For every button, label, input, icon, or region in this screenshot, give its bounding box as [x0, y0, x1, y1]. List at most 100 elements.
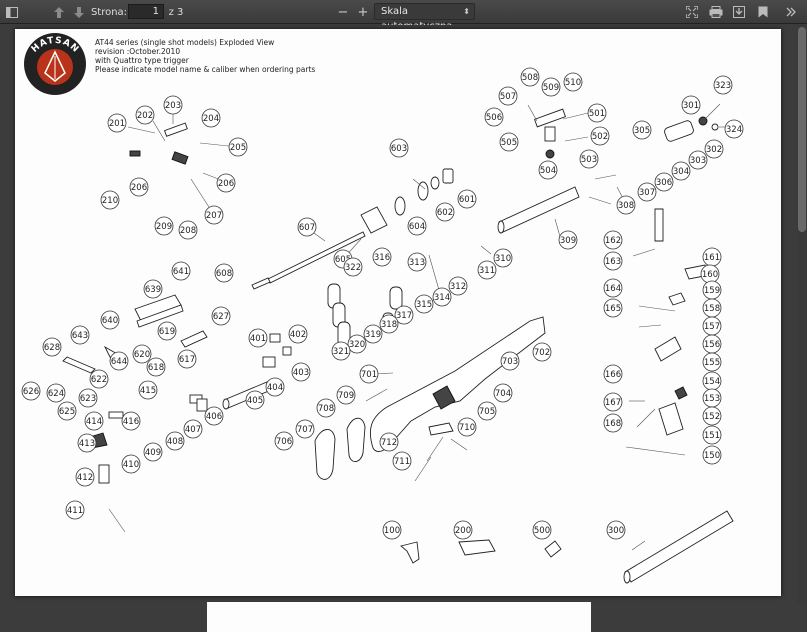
callout: 702: [532, 342, 552, 362]
callout: 408: [165, 431, 185, 451]
callout: 624: [46, 383, 66, 403]
arrow-up-icon: [54, 6, 64, 18]
callout: 308: [616, 195, 636, 215]
callout-label: 501: [589, 109, 605, 119]
callout: 168: [603, 413, 623, 433]
callout-label: 409: [145, 448, 161, 458]
bookmark-button[interactable]: [755, 2, 771, 22]
callout-label: 160: [702, 270, 718, 280]
callout: 509: [541, 77, 561, 97]
callout-label: 508: [522, 73, 538, 83]
callout: 202: [135, 105, 155, 125]
callout-label: 165: [605, 304, 621, 314]
callout: 165: [603, 298, 623, 318]
callout-label: 404: [267, 383, 283, 393]
callout-label: 503: [581, 155, 597, 165]
callout-label: 608: [216, 269, 232, 279]
download-button[interactable]: [731, 2, 747, 22]
callout: 150: [702, 445, 722, 465]
callout-label: 164: [605, 284, 621, 294]
callout: 641: [171, 261, 191, 281]
document-viewer[interactable]: HATSAN 201 202 203 204 205 206 206 207 2…: [0, 25, 807, 632]
callout-label: 411: [67, 506, 83, 516]
callout: 409: [143, 442, 163, 462]
presentation-mode-button[interactable]: [684, 2, 700, 22]
print-button[interactable]: [707, 2, 725, 22]
callout: 305: [632, 120, 652, 140]
vertical-scrollbar[interactable]: [797, 25, 807, 605]
callout-label: 205: [230, 143, 246, 153]
callout-label: 307: [639, 188, 655, 198]
sidebar-toggle-button[interactable]: [4, 2, 20, 22]
callout: 640: [100, 310, 120, 330]
callout-label: 711: [394, 457, 410, 467]
callout-label: 627: [213, 312, 229, 322]
callout: 607: [297, 217, 317, 237]
callout: 200: [453, 520, 473, 540]
callout-label: 639: [145, 285, 161, 295]
callout: 205: [228, 137, 248, 157]
callout-label: 153: [704, 394, 720, 404]
callout-label: 622: [91, 375, 107, 385]
callout: 620: [132, 344, 152, 364]
callout-label: 320: [349, 340, 365, 350]
callout: 167: [603, 392, 623, 412]
callout: 154: [702, 371, 722, 391]
callout: 416: [121, 411, 141, 431]
callout-label: 707: [297, 425, 313, 435]
callout-label: 301: [683, 101, 699, 111]
callout: 312: [448, 276, 468, 296]
callout-label: 201: [109, 119, 125, 129]
callout: 623: [78, 388, 98, 408]
callout-label: 640: [102, 316, 118, 326]
previous-page-button[interactable]: [52, 2, 66, 22]
callout: 401: [248, 328, 268, 348]
document-trigger-note: with Quattro type trigger: [95, 56, 189, 65]
callout: 407: [183, 419, 203, 439]
zoom-out-button[interactable]: −: [336, 2, 350, 22]
callout-label: 602: [437, 208, 453, 218]
callout-label: 405: [247, 396, 263, 406]
callout-label: 618: [148, 363, 164, 373]
callout-label: 313: [409, 258, 425, 268]
callout: 602: [435, 202, 455, 222]
callout-label: 607: [299, 223, 315, 233]
callout-label: 416: [123, 417, 139, 427]
callout: 415: [138, 380, 158, 400]
page-number-input[interactable]: [128, 4, 164, 19]
callout: 507: [498, 86, 518, 106]
callout: 601: [457, 189, 477, 209]
callout: 508: [520, 67, 540, 87]
zoom-select[interactable]: Skala automatyczna ⬍: [374, 3, 475, 32]
callout-label: 305: [634, 126, 650, 136]
zoom-in-button[interactable]: +: [356, 2, 370, 22]
callout-label: 206: [131, 183, 147, 193]
callout-label: 620: [134, 350, 150, 360]
tools-button[interactable]: [782, 2, 800, 22]
scrollbar-thumb[interactable]: [798, 27, 806, 232]
callout-label: 623: [80, 394, 96, 404]
callout: 310: [493, 248, 513, 268]
hatsan-logo: HATSAN: [24, 33, 86, 95]
callout-label: 703: [502, 357, 518, 367]
callout: 316: [372, 247, 392, 267]
callout-label: 308: [618, 201, 634, 211]
callout: 413: [77, 433, 97, 453]
callout: 627: [211, 306, 231, 326]
next-page-button[interactable]: [72, 2, 86, 22]
leader-lines: [108, 103, 733, 551]
callout: 322: [343, 257, 363, 277]
callout-label: 157: [704, 322, 720, 332]
callout-label: 401: [250, 334, 266, 344]
callout: 157: [702, 316, 722, 336]
callout-label: 641: [173, 267, 189, 277]
callout: 204: [201, 108, 221, 128]
callout-label: 712: [381, 438, 397, 448]
callout-label: 161: [704, 253, 720, 263]
callout-label: 321: [333, 347, 349, 357]
callout-label: 617: [179, 355, 195, 365]
callout: 156: [702, 334, 722, 354]
printer-icon: [709, 6, 723, 18]
callout: 402: [288, 324, 308, 344]
callout: 160: [700, 264, 720, 284]
